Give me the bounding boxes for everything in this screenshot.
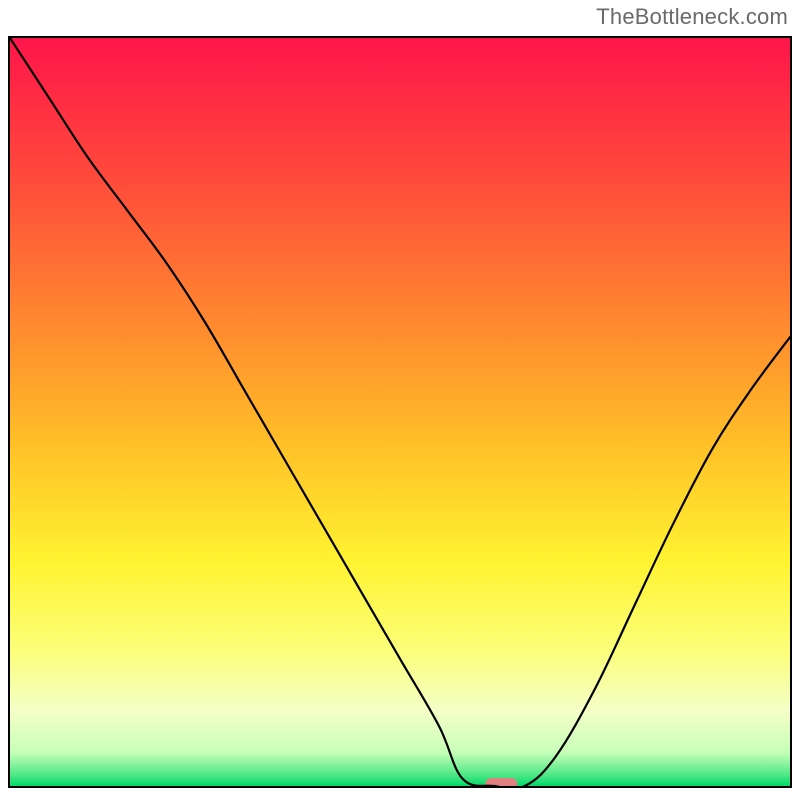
watermark-text: TheBottleneck.com: [596, 4, 788, 30]
plot-area: [8, 36, 792, 788]
chart-svg: [10, 38, 790, 786]
chart-frame: TheBottleneck.com: [0, 0, 800, 800]
gradient-background: [10, 38, 790, 786]
